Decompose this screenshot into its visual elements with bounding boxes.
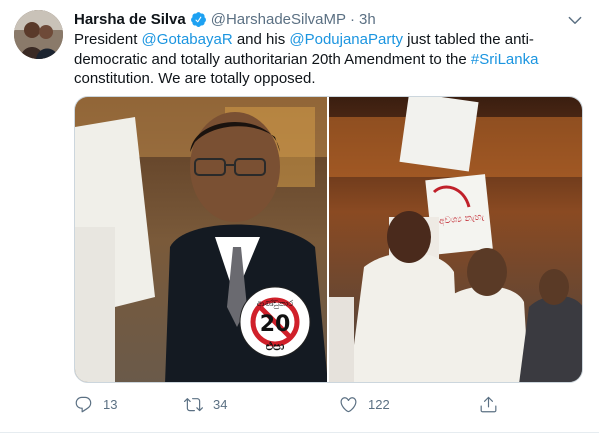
retweet-button[interactable]: 34: [184, 392, 227, 416]
share-icon: [480, 396, 497, 412]
author-name[interactable]: Harsha de Silva: [74, 11, 186, 28]
badge-top-text: ආණ්ඩුකාර: [257, 298, 293, 309]
reply-icon: [75, 396, 92, 412]
tweet-header: Harsha de Silva @HarshadeSilvaMP · 3h: [74, 9, 376, 29]
chevron-down-icon[interactable]: [564, 9, 586, 31]
like-button[interactable]: 122: [339, 392, 390, 416]
reply-button[interactable]: 13: [74, 392, 117, 416]
badge-bottom-text: එපා: [266, 340, 285, 353]
avatar[interactable]: [14, 10, 63, 59]
mention-link[interactable]: @PodujanaParty: [289, 31, 403, 48]
action-bar: 13 34 122: [74, 392, 514, 416]
retweet-count: 34: [213, 396, 228, 412]
mention-link[interactable]: @GotabayaR: [142, 31, 233, 48]
hashtag-link[interactable]: #SriLanka: [471, 51, 539, 68]
text-segment: and his: [232, 31, 290, 48]
retweet-icon: [184, 397, 203, 411]
tweet-card[interactable]: Harsha de Silva @HarshadeSilvaMP · 3h Pr…: [0, 0, 599, 433]
separator-dot: ·: [350, 10, 356, 28]
photo-parliament[interactable]: ඒ අවශ්‍ය නැහැ: [329, 97, 582, 382]
text-segment: constitution. We are totally opposed.: [74, 70, 316, 87]
photo-selfie[interactable]: ආණ්ඩුකාර 20 එපා: [75, 97, 327, 382]
tweet-text: President @GotabayaR and his @PodujanaPa…: [74, 30, 586, 89]
share-button[interactable]: [479, 392, 498, 416]
verified-badge-icon: [190, 11, 207, 28]
reply-count: 13: [103, 396, 118, 412]
author-handle[interactable]: @HarshadeSilvaMP: [211, 11, 346, 28]
media-grid: ආණ්ඩුකාර 20 එපා ඒ අවශ්‍ය නැහ: [74, 96, 583, 383]
text-segment: President: [74, 31, 142, 48]
badge-number-text: 20: [260, 312, 291, 337]
like-count: 122: [368, 396, 390, 412]
like-icon: [340, 396, 357, 412]
timestamp[interactable]: 3h: [359, 11, 376, 28]
